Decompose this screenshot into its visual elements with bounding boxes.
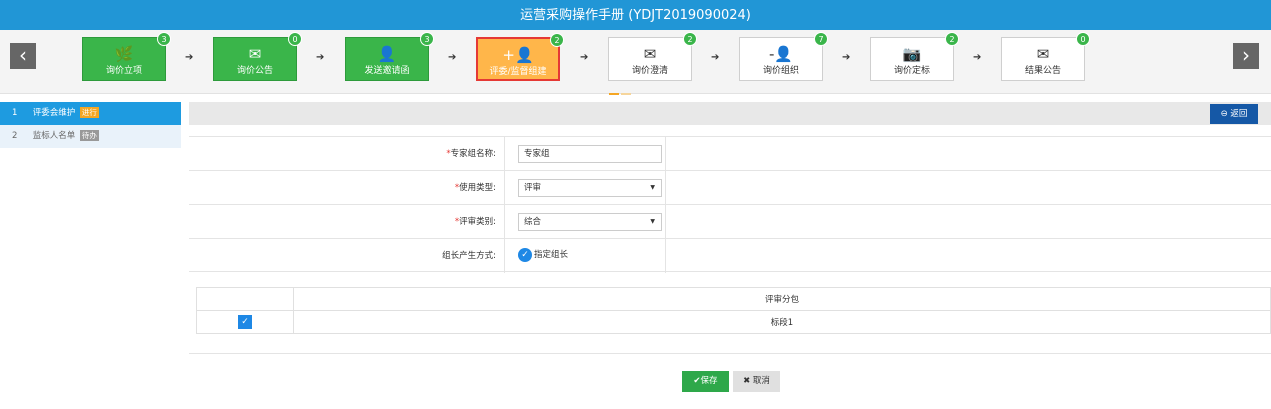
caret-down-icon: ▼ [650, 218, 655, 225]
step-count-badge: 2 [945, 32, 959, 46]
step-inquiry-announcement[interactable]: ✉ 询价公告 0 [213, 32, 302, 81]
arrow-right-icon: ➔ [316, 52, 325, 63]
step-label: 询价定标 [893, 66, 930, 76]
step-count-badge: 2 [550, 33, 564, 47]
sidebar-item-label: 监标人名单 [32, 131, 76, 141]
sidebar-item-label: 评委会维护 [32, 108, 76, 118]
sidebar: 1 评委会维护 进行 2 监标人名单 待办 [0, 102, 181, 148]
sidebar-item-supervisors[interactable]: 2 监标人名单 待办 [0, 125, 181, 148]
step-label: 询价澄清 [631, 66, 668, 76]
leader-method-option-label: 指定组长 [534, 250, 569, 260]
workflow-steps-bar: ‹ 🌿 询价立项 3 ➔ ✉ 询价公告 0 ➔ 👤 发送邀请函 3 ➔ +👤 评… [0, 30, 1271, 95]
step-result-announcement[interactable]: ✉ 结果公告 0 [1001, 32, 1090, 81]
step-count-badge: 3 [157, 32, 171, 46]
leaf-icon: 🌿 [114, 45, 134, 63]
leader-method-label: 组长产生方式: [189, 239, 505, 273]
package-checkbox[interactable]: ✓ [238, 315, 252, 329]
arrow-right-icon: ➔ [842, 52, 851, 63]
step-committee-setup[interactable]: +👤 评委/监督组建 2 [476, 33, 564, 81]
step-count-badge: 3 [420, 32, 434, 46]
back-button[interactable]: ⊖ 返回 [1210, 104, 1258, 124]
divider [189, 353, 1271, 354]
review-category-select[interactable]: 综合 ▼ [518, 213, 662, 231]
envelope-icon: ✉ [248, 45, 262, 63]
step-inquiry-organization[interactable]: -👤 询价组织 7 [739, 32, 828, 81]
cancel-label: 取消 [752, 376, 770, 386]
sidebar-item-committee[interactable]: 1 评委会维护 进行 [0, 102, 181, 125]
package-name: 标段1 [293, 310, 1271, 334]
status-badge: 进行 [79, 107, 99, 118]
step-label: 发送邀请函 [364, 66, 410, 76]
step-count-badge: 0 [288, 32, 302, 46]
close-icon: ✖ [743, 376, 753, 386]
chevron-left-icon[interactable]: ‹ [10, 43, 36, 69]
sidebar-item-number: 1 [12, 108, 18, 118]
step-inquiry-setup[interactable]: 🌿 询价立项 3 [82, 32, 171, 81]
form-row-review-category: *评审类别: 综合 ▼ [189, 204, 1271, 239]
step-inquiry-clarification[interactable]: ✉ 询价澄清 2 [608, 32, 697, 81]
user-icon: 👤 [377, 45, 397, 63]
arrow-right-icon: ➔ [185, 52, 194, 63]
group-name-input[interactable]: 专家组 [518, 145, 662, 163]
arrow-right-icon: ➔ [973, 52, 982, 63]
usage-type-value: 评审 [524, 183, 542, 193]
chevron-right-icon[interactable]: › [1233, 43, 1259, 69]
page-title: 运营采购操作手册 (YDJT2019090024) [0, 0, 1271, 30]
envelope-icon: ✉ [643, 45, 657, 63]
step-count-badge: 0 [1076, 32, 1090, 46]
cancel-button[interactable]: ✖ 取消 [733, 371, 780, 392]
step-count-badge: 2 [683, 32, 697, 46]
step-inquiry-award[interactable]: 📷 询价定标 2 [870, 32, 959, 81]
review-category-label: 评审类别: [459, 217, 496, 227]
step-send-invitation[interactable]: 👤 发送邀请函 3 [345, 32, 434, 81]
arrow-right-icon: ➔ [580, 52, 589, 63]
step-label: 评委/监督组建 [489, 67, 547, 77]
form-row-usage-type: *使用类型: 评审 ▼ [189, 170, 1271, 205]
carousel-indicator [609, 88, 633, 95]
camera-icon: 📷 [902, 45, 922, 63]
sidebar-item-number: 2 [12, 131, 18, 141]
arrow-right-icon: ➔ [711, 52, 720, 63]
package-header: 评审分包 [293, 287, 1271, 311]
save-button[interactable]: ✔保存 [682, 371, 729, 392]
group-name-label: 专家组名称: [450, 149, 496, 159]
step-label: 询价组织 [762, 66, 799, 76]
step-label: 询价公告 [236, 66, 273, 76]
check-icon: ✔ [693, 376, 701, 386]
form-row-leader-method: 组长产生方式: ✓ 指定组长 [189, 238, 1271, 273]
usage-type-select[interactable]: 评审 ▼ [518, 179, 662, 197]
table-header-row: 评审分包 [196, 287, 1271, 311]
envelope-icon: ✉ [1036, 45, 1050, 63]
table-row: ✓ 标段1 [196, 310, 1271, 334]
content-toolbar [189, 102, 1271, 125]
add-user-icon: +👤 [502, 46, 534, 64]
step-count-badge: 7 [814, 32, 828, 46]
usage-type-label: 使用类型: [459, 183, 496, 193]
form-row-group-name: *专家组名称: 专家组 [189, 136, 1271, 171]
arrow-right-icon: ➔ [448, 52, 457, 63]
step-label: 结果公告 [1024, 66, 1061, 76]
save-label: 保存 [700, 376, 718, 386]
package-table: 评审分包 ✓ 标段1 [196, 287, 1271, 334]
remove-user-icon: -👤 [768, 45, 794, 63]
step-label: 询价立项 [105, 66, 142, 76]
status-badge: 待办 [79, 130, 99, 141]
review-category-value: 综合 [524, 217, 542, 227]
leader-method-radio[interactable]: ✓ [518, 248, 532, 262]
caret-down-icon: ▼ [650, 184, 655, 191]
